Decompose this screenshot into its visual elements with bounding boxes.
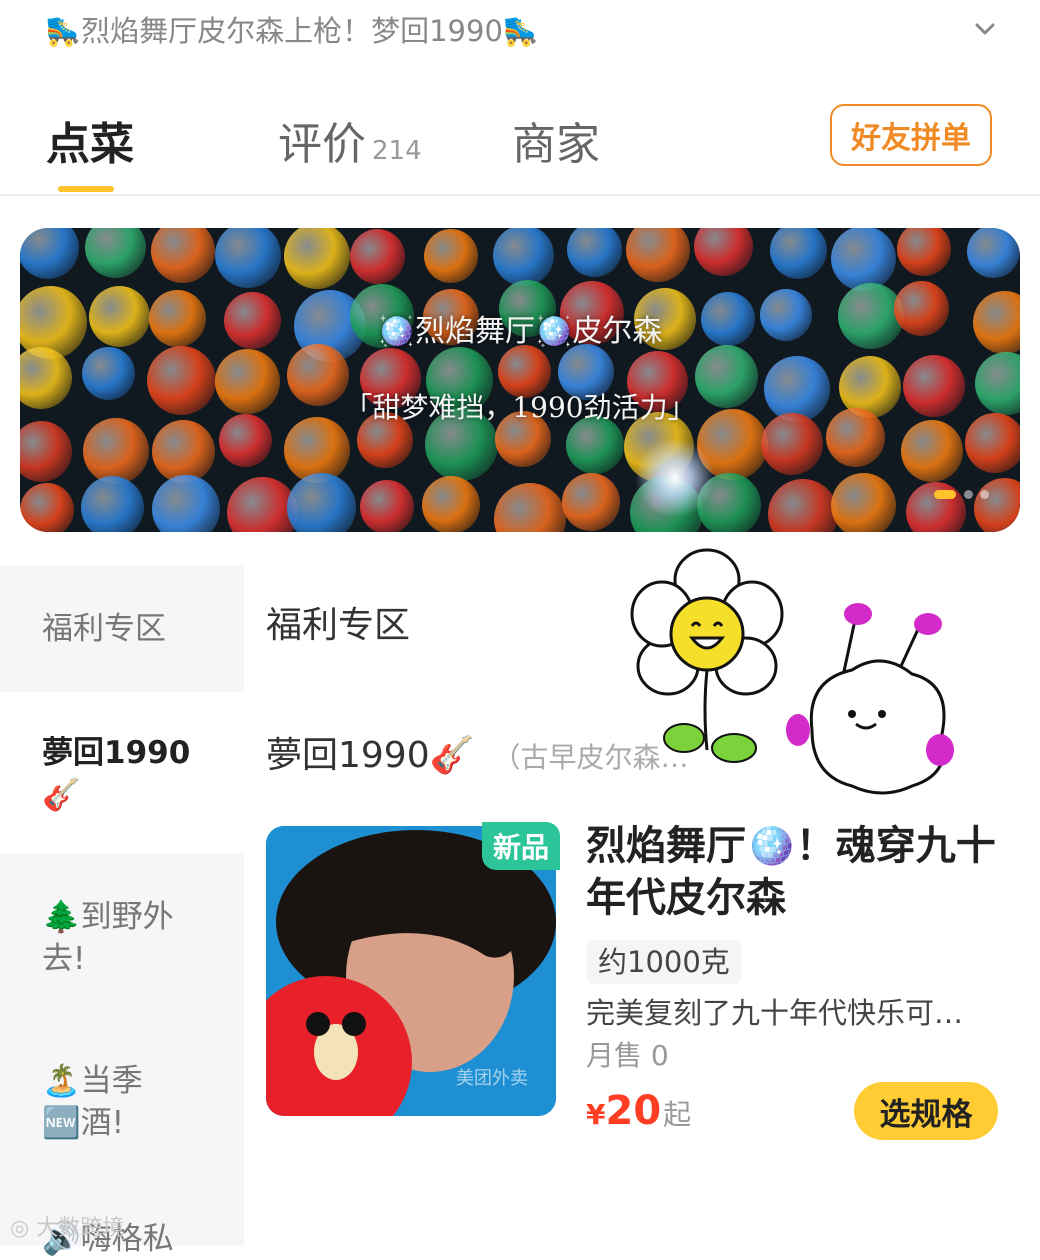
category-sidebar: 福利专区 夢回1990🎸 🌲到野外去! 🏝️当季🆕酒! 🔊嗨格私: [0, 566, 244, 1257]
sparkle: [635, 438, 715, 518]
banner-subtitle: 「甜梦难挡，1990劲活力」: [344, 391, 696, 424]
bokeh-balloon: [897, 228, 951, 276]
bokeh-balloon: [974, 478, 1020, 532]
price-suffix: 起: [663, 1098, 692, 1131]
tab-reviews-label: 评价: [278, 119, 366, 170]
carousel-indicator: [980, 490, 989, 499]
tab-merchant-label: 商家: [512, 119, 600, 170]
banner-title: 🪩烈焰舞厅🪩皮尔森: [377, 314, 663, 349]
new-badge: 新品: [482, 822, 560, 870]
sidebar-item-label: 🌲到野外去!: [42, 899, 174, 977]
bokeh-balloon: [967, 228, 1020, 278]
announcement-text: 🛼烈焰舞厅皮尔森上枪！梦回1990🛼: [45, 14, 540, 48]
bokeh-balloon: [152, 475, 220, 532]
bokeh-balloon: [215, 228, 281, 288]
product-weight-tag: 约1000克: [586, 940, 742, 984]
bokeh-balloon: [20, 421, 72, 482]
group-order-button[interactable]: 好友拼单: [830, 104, 992, 166]
chevron-down-icon[interactable]: [970, 14, 1000, 44]
bokeh-balloon: [85, 228, 146, 278]
sidebar-item-seasonal[interactable]: 🏝️当季🆕酒!: [0, 1060, 244, 1160]
carousel-indicator-active: [934, 490, 956, 499]
bokeh-balloon: [360, 480, 414, 532]
price-value: 20: [605, 1088, 662, 1134]
product-price: ¥20起: [586, 1088, 691, 1134]
fluffy-creature-sticker: [786, 603, 954, 795]
bokeh-balloon: [831, 473, 896, 532]
select-spec-button[interactable]: 选规格: [854, 1082, 998, 1140]
bokeh-balloon: [287, 473, 356, 532]
tab-order[interactable]: 点菜: [46, 108, 134, 172]
bokeh-balloon: [626, 228, 690, 282]
watermark-logo-icon: ◎: [10, 1216, 37, 1241]
review-count: 214: [372, 136, 422, 166]
bokeh-balloon: [424, 229, 478, 283]
section-title-1990-text: 夢回1990🎸: [266, 735, 475, 776]
sidebar-item-welfare[interactable]: 福利专区: [0, 566, 244, 692]
product-description: 完美复刻了九十年代快乐可…: [586, 996, 964, 1030]
section-title-welfare: 福利专区: [266, 605, 411, 646]
tab-merchant[interactable]: 商家: [512, 108, 600, 172]
bokeh-balloon: [152, 420, 215, 483]
promo-banner[interactable]: 🪩烈焰舞厅🪩皮尔森 「甜梦难挡，1990劲活力」: [20, 228, 1020, 532]
bokeh-balloon: [284, 228, 350, 289]
sidebar-item-label: 福利专区: [42, 611, 166, 647]
bokeh-balloon: [494, 483, 566, 532]
bokeh-balloon: [567, 228, 622, 277]
active-tab-indicator: [58, 186, 114, 192]
bokeh-balloon: [20, 483, 74, 532]
bokeh-balloon: [831, 228, 896, 291]
bokeh-balloon: [81, 476, 144, 532]
carousel-indicator: [964, 490, 973, 499]
bokeh-balloon: [350, 229, 405, 284]
sidebar-item-label: 夢回1990🎸: [42, 735, 191, 813]
bokeh-balloon: [768, 479, 838, 532]
bokeh-balloon: [422, 476, 480, 532]
monthly-sales: 月售 0: [586, 1039, 669, 1072]
image-watermark: 美团外卖: [456, 1068, 528, 1089]
bokeh-balloon: [83, 418, 149, 484]
bokeh-balloon: [901, 420, 963, 482]
announcement-bar[interactable]: 🛼烈焰舞厅皮尔森上枪！梦回1990🛼: [0, 0, 1040, 60]
price-currency: ¥: [586, 1098, 606, 1131]
bokeh-balloon: [562, 473, 620, 531]
watermark-text: 大数跨境: [36, 1216, 125, 1241]
sidebar-item-outdoor[interactable]: 🌲到野外去!: [0, 896, 244, 1016]
bokeh-balloon: [20, 228, 79, 279]
sidebar-item-1990[interactable]: 夢回1990🎸: [0, 694, 244, 854]
tab-order-label: 点菜: [46, 119, 134, 170]
tab-reviews[interactable]: 评价 214: [278, 108, 422, 172]
tab-bar: 点菜 评价 214 商家 好友拼单: [0, 90, 1040, 196]
product-name[interactable]: 烈焰舞厅🪩！魂穿九十年代皮尔森: [586, 820, 1006, 924]
bokeh-balloon: [493, 228, 554, 286]
bokeh-balloon: [694, 228, 753, 276]
bokeh-balloon: [770, 228, 827, 279]
bokeh-balloon: [151, 228, 215, 283]
watermark: ◎ 大数跨境: [10, 1210, 124, 1242]
sidebar-item-label: 🏝️当季🆕酒!: [42, 1063, 143, 1141]
